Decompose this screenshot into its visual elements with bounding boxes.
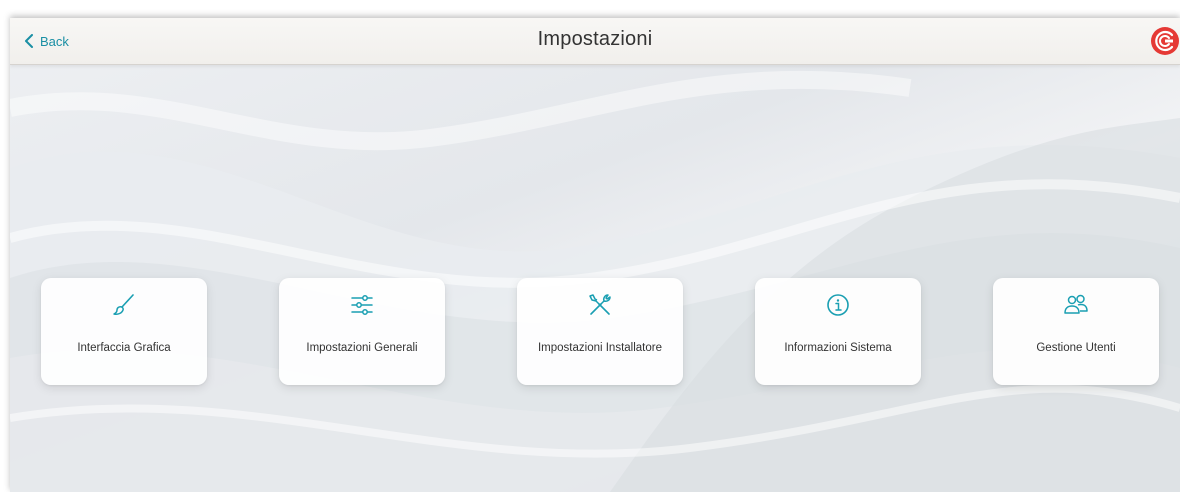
info-icon bbox=[827, 294, 849, 316]
tools-icon bbox=[589, 294, 611, 315]
menu-item-label: Interfaccia Grafica bbox=[77, 342, 171, 354]
background-waves bbox=[10, 70, 1180, 492]
menu-item-informazioni-sistema[interactable]: Informazioni Sistema bbox=[755, 278, 921, 385]
users-icon bbox=[1064, 294, 1088, 314]
menu-item-label: Informazioni Sistema bbox=[784, 342, 892, 354]
brand-logo-icon[interactable] bbox=[1150, 26, 1180, 56]
menu-item-label: Gestione Utenti bbox=[1036, 342, 1116, 354]
paintbrush-icon bbox=[113, 294, 134, 315]
menu-item-label: Impostazioni Generali bbox=[306, 342, 418, 354]
menu-item-interfaccia-grafica[interactable]: Interfaccia Grafica bbox=[41, 278, 207, 385]
menu-item-impostazioni-installatore[interactable]: Impostazioni Installatore bbox=[517, 278, 683, 385]
menu-item-gestione-utenti[interactable]: Gestione Utenti bbox=[993, 278, 1159, 385]
menu-item-impostazioni-generali[interactable]: Impostazioni Generali bbox=[279, 278, 445, 385]
settings-window: Back Impostazioni Interfaccia Grafica Im… bbox=[10, 18, 1180, 492]
menu-item-label: Impostazioni Installatore bbox=[537, 342, 662, 354]
top-bar: Back Impostazioni bbox=[10, 18, 1180, 65]
settings-menu: Interfaccia Grafica Impostazioni General… bbox=[10, 278, 1180, 388]
page-title: Impostazioni bbox=[537, 28, 653, 50]
sliders-icon bbox=[351, 295, 373, 315]
